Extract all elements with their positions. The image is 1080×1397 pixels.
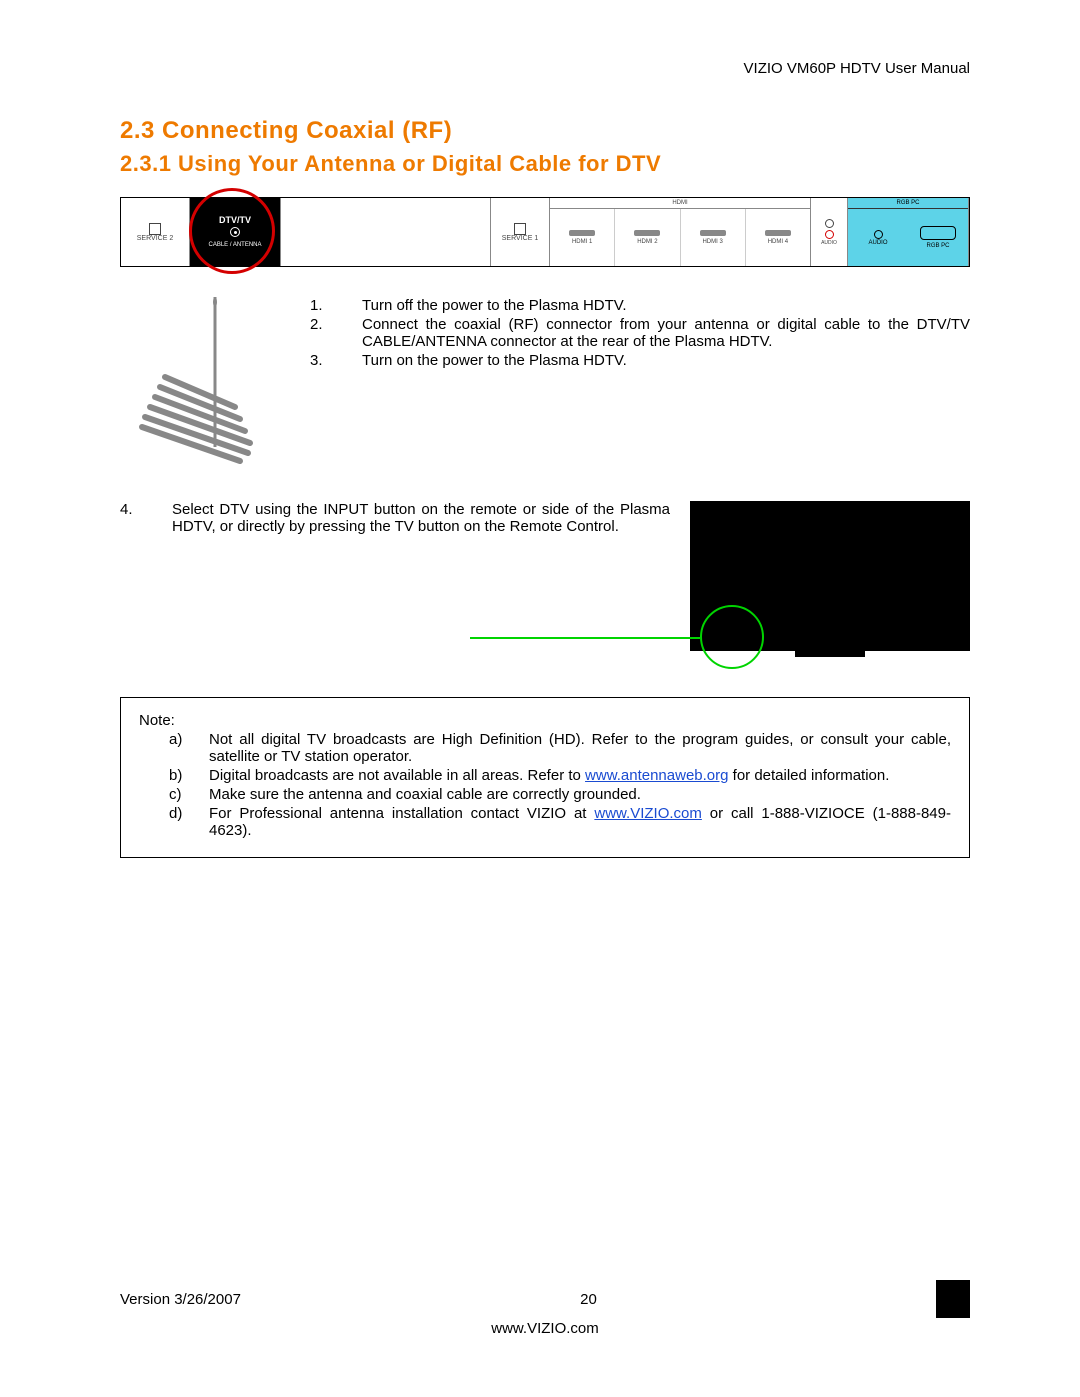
label-rgb-port: RGB PC <box>926 243 949 249</box>
step-number: 3. <box>310 352 362 369</box>
note-letter: d) <box>139 805 209 839</box>
list-item: 3. Turn on the power to the Plasma HDTV. <box>310 352 970 369</box>
label-rgb-group: RGB PC <box>848 198 968 209</box>
step-text: Turn off the power to the Plasma HDTV. <box>362 297 970 314</box>
label-service2: SERVICE 2 <box>137 235 173 242</box>
antennaweb-link[interactable]: www.antennaweb.org <box>585 767 728 784</box>
note-text: For Professional antenna installation co… <box>209 805 951 839</box>
note-letter: c) <box>139 786 209 803</box>
note-item: b) Digital broadcasts are not available … <box>139 767 951 784</box>
panel-service1: SERVICE 1 <box>491 198 550 266</box>
coax-connector-icon <box>230 227 240 237</box>
footer-version: Version 3/26/2007 <box>120 1291 241 1308</box>
label-hdmi-group: HDMI <box>550 198 810 209</box>
note-item: a) Not all digital TV broadcasts are Hig… <box>139 731 951 765</box>
step-text: Connect the coaxial (RF) connector from … <box>362 316 970 350</box>
list-item: 4. Select DTV using the INPUT button on … <box>120 501 670 535</box>
section-heading-2-3-1: 2.3.1 Using Your Antenna or Digital Cabl… <box>120 151 970 177</box>
panel-service2: SERVICE 2 <box>121 198 190 266</box>
note-letter: b) <box>139 767 209 784</box>
panel-hdmi-audio: AUDIO <box>811 198 848 266</box>
label-dtv: DTV/TV <box>219 215 251 226</box>
step-number: 2. <box>310 316 362 350</box>
note-text: Digital broadcasts are not available in … <box>209 767 951 784</box>
note-item: d) For Professional antenna installation… <box>139 805 951 839</box>
panel-spacer <box>281 198 491 266</box>
notes-title: Note: <box>139 712 951 729</box>
note-letter: a) <box>139 731 209 765</box>
footer-page-number: 20 <box>241 1291 936 1308</box>
step-number: 4. <box>120 501 172 535</box>
step-number: 1. <box>310 297 362 314</box>
note-text-pre: For Professional antenna installation co… <box>209 805 594 822</box>
antenna-icon <box>120 297 290 471</box>
rear-panel-diagram: SERVICE 2 DTV/TV CABLE / ANTENNA SERVICE… <box>120 197 970 267</box>
label-hdmi2: HDMI 2 <box>637 239 657 245</box>
note-text-post: for detailed information. <box>728 767 889 784</box>
tv-diagram <box>690 501 970 657</box>
label-hdmi4: HDMI 4 <box>768 239 788 245</box>
highlight-green-circle <box>700 605 764 669</box>
label-service1: SERVICE 1 <box>502 235 538 242</box>
note-item: c) Make sure the antenna and coaxial cab… <box>139 786 951 803</box>
page-header: VIZIO VM60P HDTV User Manual <box>120 60 970 77</box>
note-text-pre: Digital broadcasts are not available in … <box>209 767 585 784</box>
page-footer: Version 3/26/2007 20 www.VIZIO.com <box>120 1280 970 1337</box>
label-rgb-audio: AUDIO <box>868 240 887 246</box>
steps-list: 1. Turn off the power to the Plasma HDTV… <box>290 297 970 371</box>
label-hdmi1: HDMI 1 <box>572 239 592 245</box>
step-text: Turn on the power to the Plasma HDTV. <box>362 352 970 369</box>
panel-rgb-group: RGB PC AUDIO RGB PC <box>848 198 969 266</box>
panel-hdmi-group: HDMI HDMI 1 HDMI 2 HDMI 3 HDMI 4 <box>550 198 811 266</box>
step-text: Select DTV using the INPUT button on the… <box>172 501 670 535</box>
note-text: Make sure the antenna and coaxial cable … <box>209 786 951 803</box>
list-item: 1. Turn off the power to the Plasma HDTV… <box>310 297 970 314</box>
label-audio: AUDIO <box>821 240 837 246</box>
panel-dtv-tv: DTV/TV CABLE / ANTENNA <box>190 198 281 266</box>
label-hdmi3: HDMI 3 <box>702 239 722 245</box>
list-item: 2. Connect the coaxial (RF) connector fr… <box>310 316 970 350</box>
vizio-link[interactable]: www.VIZIO.com <box>594 805 702 822</box>
section-heading-2-3: 2.3 Connecting Coaxial (RF) <box>120 117 970 145</box>
footer-mark-icon <box>936 1280 970 1318</box>
pointer-line <box>470 637 700 639</box>
footer-url: www.VIZIO.com <box>120 1320 970 1337</box>
label-cable-antenna: CABLE / ANTENNA <box>208 242 261 249</box>
note-text: Not all digital TV broadcasts are High D… <box>209 731 951 765</box>
notes-box: Note: a) Not all digital TV broadcasts a… <box>120 697 970 858</box>
